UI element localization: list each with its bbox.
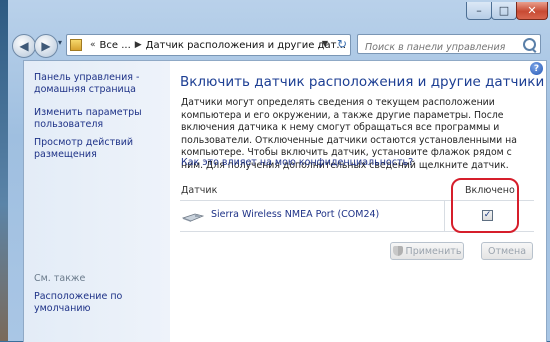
address-dropdown-icon[interactable]: ▼ bbox=[322, 39, 328, 48]
apply-button-label: Применить bbox=[405, 245, 462, 257]
content-pane: Панель управления - домашняя страница Из… bbox=[23, 60, 547, 342]
desktop-background bbox=[0, 0, 8, 341]
breadcrumb-item-current[interactable]: Датчик расположения и другие дат... bbox=[146, 40, 346, 51]
sidebar-link-default-location[interactable]: Расположение по умолчанию bbox=[34, 291, 164, 315]
maximize-button[interactable]: □ bbox=[491, 2, 517, 20]
back-arrow-icon: ◀ bbox=[19, 39, 29, 53]
cancel-button[interactable]: Отмена bbox=[481, 242, 533, 260]
sidebar-link-location-activity[interactable]: Просмотр действий размещения bbox=[34, 137, 164, 161]
search-box[interactable] bbox=[357, 34, 541, 57]
address-bar[interactable]: « Все ... ▶ Датчик расположения и другие… bbox=[66, 34, 351, 56]
minimize-button[interactable]: – bbox=[466, 2, 492, 20]
forward-arrow-icon: ▶ bbox=[41, 39, 51, 53]
control-panel-icon bbox=[70, 39, 82, 51]
breadcrumb-chevron-icon[interactable]: ▶ bbox=[135, 40, 142, 50]
sidebar: Панель управления - домашняя страница Из… bbox=[24, 61, 170, 342]
search-input[interactable] bbox=[363, 38, 517, 57]
breadcrumb-item-all[interactable]: Все ... bbox=[100, 40, 131, 51]
sidebar-link-user-settings[interactable]: Изменить параметры пользователя bbox=[34, 107, 164, 131]
apply-button[interactable]: Применить bbox=[390, 242, 464, 260]
gps-device-icon bbox=[182, 213, 204, 222]
forward-button[interactable]: ▶ bbox=[34, 34, 58, 58]
back-button[interactable]: ◀ bbox=[12, 34, 36, 58]
sensor-name-link[interactable]: Sierra Wireless NMEA Port (COM24) bbox=[211, 209, 379, 220]
privacy-link[interactable]: Как это влияет на мою конфиденциальность… bbox=[181, 157, 413, 168]
search-icon[interactable] bbox=[523, 38, 536, 51]
refresh-icon[interactable]: ↻ bbox=[337, 37, 347, 51]
page-title: Включить датчик расположения и другие да… bbox=[180, 74, 545, 90]
close-button[interactable]: ✕ bbox=[516, 2, 548, 20]
highlight-annotation bbox=[451, 178, 519, 233]
breadcrumb-separator-icon[interactable]: « bbox=[90, 40, 96, 50]
control-panel-window: – □ ✕ ◀ ▶ ▾ « Все ... ▶ Датчик расположе… bbox=[0, 0, 550, 342]
column-header-sensor: Датчик bbox=[181, 185, 218, 196]
see-also-caption: См. также bbox=[34, 273, 86, 284]
sidebar-link-home[interactable]: Панель управления - домашняя страница bbox=[34, 72, 164, 96]
table-column-divider bbox=[444, 201, 445, 231]
uac-shield-icon bbox=[392, 246, 403, 256]
recent-pages-dropdown[interactable]: ▾ bbox=[58, 38, 62, 47]
